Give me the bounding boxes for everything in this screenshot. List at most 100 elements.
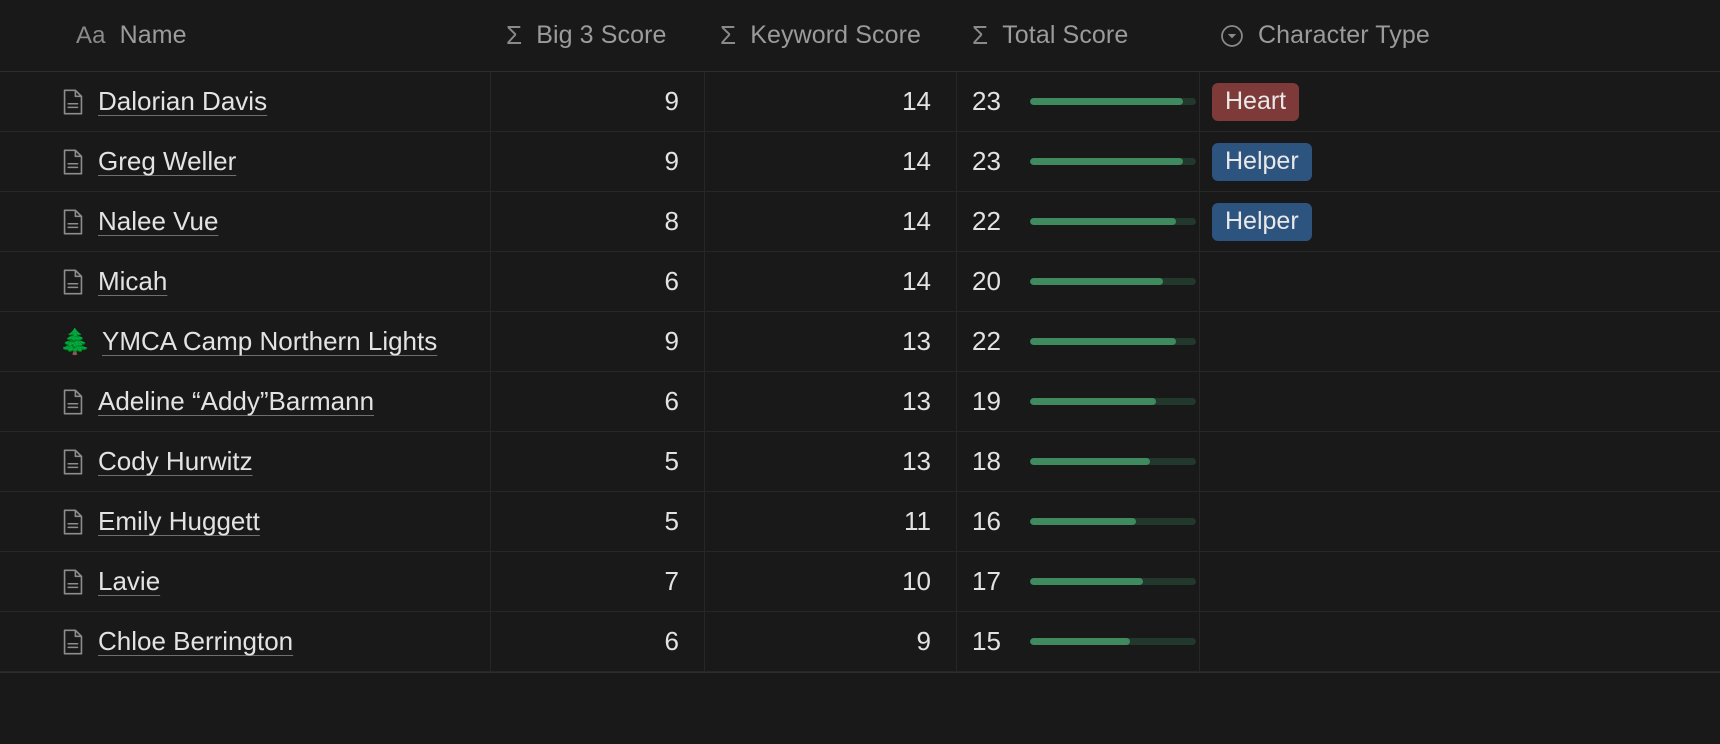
total-score-progress-bar <box>1030 398 1196 405</box>
cell-big-3-score[interactable]: 5 <box>491 432 705 491</box>
table-row[interactable]: Adeline “Addy”Barmann 6 13 19 <box>0 372 1720 432</box>
cell-character-type[interactable]: Heart <box>1200 72 1720 131</box>
cell-total-score[interactable]: 16 <box>957 492 1200 551</box>
cell-character-type[interactable] <box>1200 312 1720 371</box>
cell-keyword-score[interactable]: 9 <box>705 612 957 671</box>
cell-keyword-score[interactable]: 13 <box>705 432 957 491</box>
row-title-link[interactable]: Lavie <box>98 566 160 597</box>
total-score-progress-bar <box>1030 638 1196 645</box>
progress-bar-fill <box>1030 338 1177 345</box>
cell-keyword-score[interactable]: 10 <box>705 552 957 611</box>
cell-big-3-score[interactable]: 6 <box>491 252 705 311</box>
cell-big-3-score[interactable]: 8 <box>491 192 705 251</box>
cell-big-3-score[interactable]: 7 <box>491 552 705 611</box>
column-header-character-type[interactable]: Character Type <box>1200 0 1720 71</box>
column-header-name[interactable]: Aa Name <box>0 0 491 71</box>
row-title-link[interactable]: Cody Hurwitz <box>98 446 253 477</box>
total-score-value: 17 <box>972 566 1001 596</box>
cell-character-type[interactable] <box>1200 612 1720 671</box>
cell-total-score[interactable]: 23 <box>957 132 1200 191</box>
cell-total-score[interactable]: 22 <box>957 192 1200 251</box>
cell-character-type[interactable] <box>1200 252 1720 311</box>
total-score-value: 19 <box>972 386 1001 416</box>
cell-name[interactable]: Emily Huggett <box>0 492 491 551</box>
cell-total-score[interactable]: 17 <box>957 552 1200 611</box>
cell-keyword-score[interactable]: 14 <box>705 192 957 251</box>
cell-total-score[interactable]: 23 <box>957 72 1200 131</box>
table-row[interactable]: Dalorian Davis 9 14 23 Heart <box>0 72 1720 132</box>
total-score-progress-bar <box>1030 98 1196 105</box>
table-row[interactable]: Emily Huggett 5 11 16 <box>0 492 1720 552</box>
cell-name[interactable]: Dalorian Davis <box>0 72 491 131</box>
cell-keyword-score[interactable]: 14 <box>705 252 957 311</box>
row-title-link[interactable]: Dalorian Davis <box>98 86 267 117</box>
column-header-label: Name <box>119 21 187 49</box>
cell-big-3-score[interactable]: 6 <box>491 372 705 431</box>
cell-character-type[interactable] <box>1200 552 1720 611</box>
cell-character-type[interactable] <box>1200 372 1720 431</box>
total-score-value: 22 <box>972 206 1001 236</box>
cell-big-3-score[interactable]: 5 <box>491 492 705 551</box>
total-score-value: 23 <box>972 146 1001 176</box>
cell-big-3-score[interactable]: 9 <box>491 312 705 371</box>
row-title-link[interactable]: Emily Huggett <box>98 506 260 537</box>
table-row[interactable]: Chloe Berrington 6 9 15 <box>0 612 1720 672</box>
cell-keyword-score[interactable]: 14 <box>705 132 957 191</box>
table-row[interactable]: Cody Hurwitz 5 13 18 <box>0 432 1720 492</box>
table-footer-area <box>0 672 1720 744</box>
cell-keyword-score[interactable]: 14 <box>705 72 957 131</box>
column-header-label: Keyword Score <box>750 21 922 49</box>
total-score-progress-bar <box>1030 518 1196 525</box>
page-icon <box>62 508 84 535</box>
character-type-tag: Helper <box>1212 142 1312 181</box>
formula-sum-icon: Σ <box>720 20 737 50</box>
progress-bar-fill <box>1030 98 1183 105</box>
cell-big-3-score[interactable]: 9 <box>491 72 705 131</box>
cell-name[interactable]: Chloe Berrington <box>0 612 491 671</box>
cell-name[interactable]: Micah <box>0 252 491 311</box>
cell-name[interactable]: Nalee Vue <box>0 192 491 251</box>
cell-keyword-score[interactable]: 13 <box>705 372 957 431</box>
column-header-total-score[interactable]: Σ Total Score <box>957 0 1200 71</box>
cell-name[interactable]: Adeline “Addy”Barmann <box>0 372 491 431</box>
cell-name[interactable]: Lavie <box>0 552 491 611</box>
row-title-link[interactable]: Greg Weller <box>98 146 236 177</box>
table-row[interactable]: Greg Weller 9 14 23 Helper <box>0 132 1720 192</box>
progress-bar-fill <box>1030 518 1137 525</box>
cell-total-score[interactable]: 18 <box>957 432 1200 491</box>
row-title-link[interactable]: Micah <box>98 266 167 297</box>
row-title-link[interactable]: Chloe Berrington <box>98 626 293 657</box>
cell-total-score[interactable]: 22 <box>957 312 1200 371</box>
cell-big-3-score[interactable]: 9 <box>491 132 705 191</box>
progress-bar-fill <box>1030 278 1163 285</box>
cell-total-score[interactable]: 19 <box>957 372 1200 431</box>
progress-bar-fill <box>1030 638 1130 645</box>
cell-character-type[interactable] <box>1200 492 1720 551</box>
column-header-label: Total Score <box>1002 21 1129 49</box>
cell-big-3-score[interactable]: 6 <box>491 612 705 671</box>
cell-keyword-score[interactable]: 11 <box>705 492 957 551</box>
row-title-link[interactable]: Adeline “Addy”Barmann <box>98 386 374 417</box>
progress-bar-fill <box>1030 158 1183 165</box>
cell-character-type[interactable] <box>1200 432 1720 491</box>
table-row[interactable]: Micah 6 14 20 <box>0 252 1720 312</box>
cell-keyword-score[interactable]: 13 <box>705 312 957 371</box>
character-type-tag: Helper <box>1212 202 1312 241</box>
column-header-keyword-score[interactable]: Σ Keyword Score <box>705 0 957 71</box>
cell-name[interactable]: 🌲 YMCA Camp Northern Lights <box>0 312 491 371</box>
cell-name[interactable]: Greg Weller <box>0 132 491 191</box>
cell-name[interactable]: Cody Hurwitz <box>0 432 491 491</box>
cell-character-type[interactable]: Helper <box>1200 192 1720 251</box>
table-row[interactable]: 🌲 YMCA Camp Northern Lights 9 13 22 <box>0 312 1720 372</box>
table-body: Dalorian Davis 9 14 23 Heart Greg Weller 9 14 23… <box>0 72 1720 672</box>
table-row[interactable]: Lavie 7 10 17 <box>0 552 1720 612</box>
row-title-link[interactable]: YMCA Camp Northern Lights <box>102 326 437 357</box>
column-header-big-3-score[interactable]: Σ Big 3 Score <box>491 0 705 71</box>
table-row[interactable]: Nalee Vue 8 14 22 Helper <box>0 192 1720 252</box>
cell-total-score[interactable]: 20 <box>957 252 1200 311</box>
column-header-label: Character Type <box>1258 21 1430 49</box>
cell-character-type[interactable]: Helper <box>1200 132 1720 191</box>
row-title-link[interactable]: Nalee Vue <box>98 206 218 237</box>
cell-total-score[interactable]: 15 <box>957 612 1200 671</box>
formula-sum-icon: Σ <box>506 20 523 50</box>
